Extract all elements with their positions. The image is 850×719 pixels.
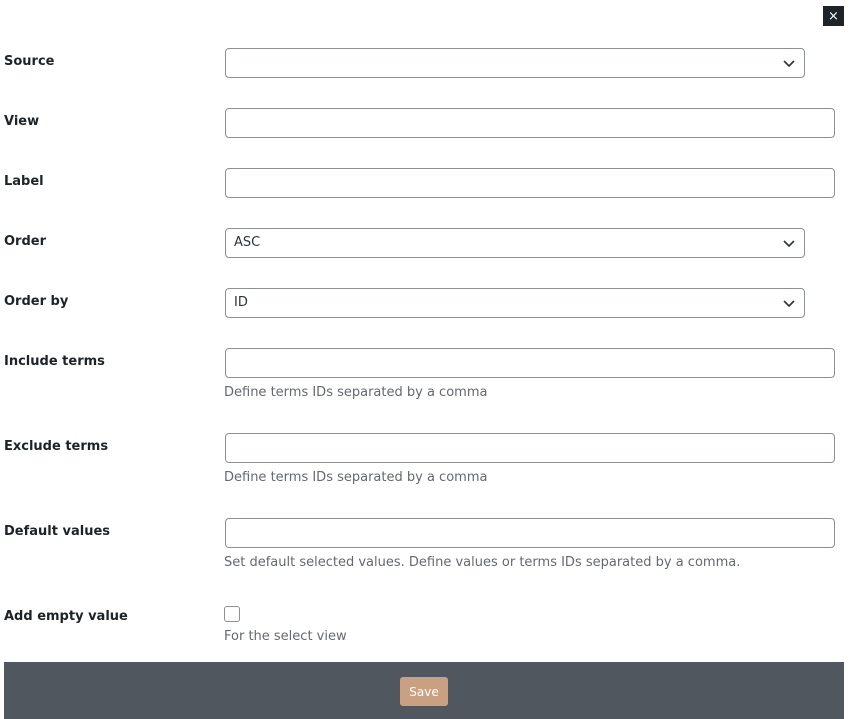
default-values-label: Default values xyxy=(4,524,110,539)
include-terms-input[interactable] xyxy=(225,348,835,378)
close-icon: × xyxy=(828,8,839,24)
save-button-label: Save xyxy=(409,684,439,699)
order-select[interactable]: ASC xyxy=(225,228,805,258)
source-select[interactable] xyxy=(225,48,805,78)
label-input[interactable] xyxy=(225,168,835,198)
order-by-select-value: ID xyxy=(234,295,248,310)
chevron-down-icon xyxy=(783,60,795,68)
add-empty-value-description: For the select view xyxy=(224,629,347,644)
order-select-value: ASC xyxy=(234,235,261,250)
chevron-down-icon xyxy=(783,300,795,308)
view-label: View xyxy=(4,114,40,129)
label-field-label: Label xyxy=(4,174,44,189)
order-by-select[interactable]: ID xyxy=(225,288,805,318)
chevron-down-icon xyxy=(783,240,795,248)
default-values-input[interactable] xyxy=(225,518,835,548)
source-label: Source xyxy=(4,54,55,69)
modal-footer: Save xyxy=(4,662,844,719)
add-empty-value-label: Add empty value xyxy=(4,609,128,624)
save-button[interactable]: Save xyxy=(400,677,448,706)
close-button[interactable]: × xyxy=(823,6,844,26)
include-terms-description: Define terms IDs separated by a comma xyxy=(224,385,488,400)
order-label: Order xyxy=(4,234,46,249)
view-input[interactable] xyxy=(225,108,835,138)
exclude-terms-label: Exclude terms xyxy=(4,439,109,454)
exclude-terms-input[interactable] xyxy=(225,433,835,463)
default-values-description: Set default selected values. Define valu… xyxy=(224,555,741,570)
order-by-label: Order by xyxy=(4,294,69,309)
add-empty-value-checkbox[interactable] xyxy=(224,606,240,622)
include-terms-label: Include terms xyxy=(4,354,105,369)
exclude-terms-description: Define terms IDs separated by a comma xyxy=(224,470,488,485)
